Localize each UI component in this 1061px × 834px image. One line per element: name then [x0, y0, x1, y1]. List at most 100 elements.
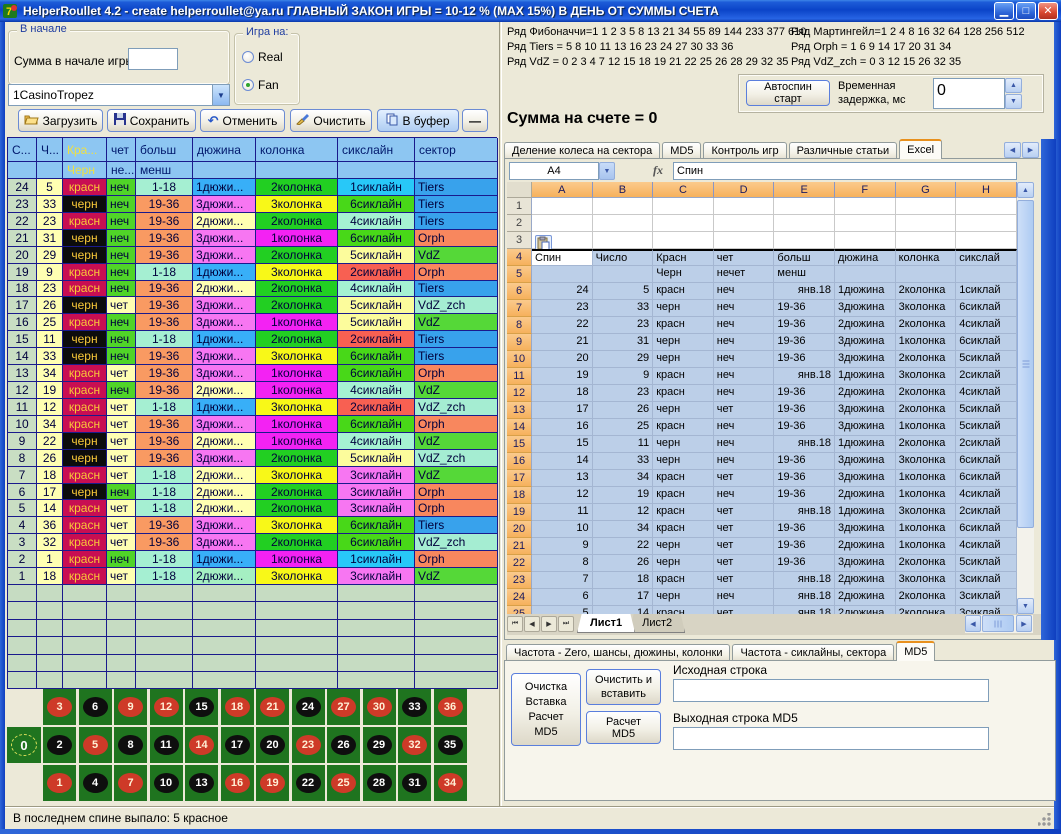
roulette-number-cell[interactable]: 33 [398, 689, 431, 725]
excel-cell[interactable]: 21 [532, 334, 593, 351]
excel-cell[interactable]: 4сиклай [956, 385, 1017, 402]
excel-cell[interactable]: 5сиклай [956, 351, 1017, 368]
excel-cell[interactable]: 19-36 [774, 521, 835, 538]
excel-cell[interactable]: черн [653, 538, 714, 555]
excel-cell[interactable] [593, 266, 654, 283]
excel-cell[interactable]: Спин [532, 249, 593, 266]
excel-cell[interactable]: 1колонка [896, 487, 957, 504]
excel-cell[interactable]: 2колонка [896, 436, 957, 453]
md5-clear-and-paste-button[interactable]: Очистить и вставить [586, 669, 661, 705]
excel-cell[interactable]: 2колонка [896, 385, 957, 402]
roulette-number-cell[interactable]: 20 [256, 727, 289, 763]
roulette-number-cell[interactable]: 5 [79, 727, 112, 763]
excel-row-header-21[interactable]: 21 [507, 538, 532, 555]
excel-cell[interactable]: 19-36 [774, 555, 835, 572]
excel-cell[interactable]: 1дюжина [835, 504, 896, 521]
to-buffer-button[interactable]: В буфер [377, 109, 459, 132]
excel-cell[interactable]: 24 [532, 283, 593, 300]
excel-cell[interactable]: 3дюжина [835, 453, 896, 470]
excel-cell[interactable]: чет [714, 606, 775, 614]
casino-select[interactable]: 1CasinoTropez ▼ [8, 84, 230, 106]
excel-cell[interactable]: красн [653, 572, 714, 589]
excel-row-header-6[interactable]: 6 [507, 283, 532, 300]
excel-cell[interactable]: 23 [593, 317, 654, 334]
load-button[interactable]: Загрузить [18, 109, 103, 132]
excel-cell[interactable]: 19-36 [774, 419, 835, 436]
name-box-dropdown-icon[interactable]: ▼ [599, 162, 615, 180]
excel-cell[interactable]: неч [714, 334, 775, 351]
excel-row-header-17[interactable]: 17 [507, 470, 532, 487]
sheet-last-icon[interactable]: ⏭ [558, 616, 574, 632]
excel-row-header-7[interactable]: 7 [507, 300, 532, 317]
spinner-up-icon[interactable]: ▲ [1005, 78, 1022, 93]
roulette-number-cell[interactable]: 14 [185, 727, 218, 763]
excel-cell[interactable]: неч [714, 300, 775, 317]
roulette-number-cell[interactable]: 17 [221, 727, 254, 763]
excel-col-header-A[interactable]: A [532, 182, 593, 198]
excel-cell[interactable]: чет [714, 555, 775, 572]
roulette-number-cell[interactable]: 30 [363, 689, 396, 725]
excel-cell[interactable] [593, 215, 654, 232]
excel-cell[interactable]: красн [653, 283, 714, 300]
excel-row-header-8[interactable]: 8 [507, 317, 532, 334]
roulette-number-cell[interactable]: 4 [79, 765, 112, 801]
excel-cell[interactable]: 2колонка [896, 606, 957, 614]
excel-cell[interactable]: 17 [593, 589, 654, 606]
excel-cell[interactable]: 3сиклай [956, 589, 1017, 606]
vscroll-thumb[interactable] [1017, 200, 1034, 528]
excel-cell[interactable]: 4сиклай [956, 317, 1017, 334]
sheet-prev-icon[interactable]: ◀ [524, 616, 540, 632]
maximize-button[interactable]: □ [1016, 2, 1036, 20]
tab-MD5[interactable]: MD5 [662, 142, 701, 159]
bottom-tab-Частота - Zero, шансы, дюжины, колонки[interactable]: Частота - Zero, шансы, дюжины, колонки [506, 644, 730, 661]
excel-cell[interactable] [774, 232, 835, 249]
roulette-number-cell[interactable]: 3 [43, 689, 76, 725]
excel-row-header-18[interactable]: 18 [507, 487, 532, 504]
excel-row-header-24[interactable]: 24 [507, 589, 532, 606]
excel-cell[interactable]: 3дюжина [835, 351, 896, 368]
excel-cell[interactable]: 25 [593, 419, 654, 436]
excel-cell[interactable]: 3дюжина [835, 334, 896, 351]
excel-cell[interactable]: 29 [593, 351, 654, 368]
roulette-number-cell[interactable]: 19 [256, 765, 289, 801]
excel-cell[interactable]: черн [653, 589, 714, 606]
excel-cell[interactable]: 17 [532, 402, 593, 419]
excel-select-all-corner[interactable] [507, 182, 532, 198]
excel-cell[interactable]: 3колонка [896, 300, 957, 317]
excel-cell[interactable]: 14 [593, 606, 654, 614]
excel-cell[interactable]: 26 [593, 402, 654, 419]
excel-cell[interactable]: 4сиклай [956, 487, 1017, 504]
excel-cell[interactable]: чет [714, 402, 775, 419]
excel-cell[interactable]: 1колонка [896, 538, 957, 555]
excel-cell[interactable] [835, 266, 896, 283]
excel-cell[interactable] [956, 232, 1017, 249]
sheet-tab-Лист2[interactable]: Лист2 [629, 614, 685, 633]
excel-cell[interactable] [956, 215, 1017, 232]
roulette-number-cell[interactable]: 23 [292, 727, 325, 763]
excel-cell[interactable]: 18 [593, 572, 654, 589]
radio-fan[interactable]: Fan [242, 78, 279, 92]
excel-cell[interactable]: черн [653, 436, 714, 453]
excel-cell[interactable]: 2колонка [896, 317, 957, 334]
scroll-right-icon[interactable]: ▶ [1016, 615, 1032, 632]
excel-cell[interactable] [653, 215, 714, 232]
excel-cell[interactable]: 2дюжина [835, 317, 896, 334]
excel-cell[interactable]: 1дюжина [835, 368, 896, 385]
excel-cell[interactable]: 2сиклай [956, 368, 1017, 385]
roulette-number-cell[interactable]: 21 [256, 689, 289, 725]
excel-cell[interactable]: 23 [593, 385, 654, 402]
excel-cell[interactable]: 9 [593, 368, 654, 385]
excel-cell[interactable] [653, 198, 714, 215]
excel-cell[interactable]: черн [653, 453, 714, 470]
excel-cell[interactable]: чет [714, 504, 775, 521]
excel-cell[interactable]: 31 [593, 334, 654, 351]
excel-cell[interactable]: 3дюжина [835, 300, 896, 317]
excel-cell[interactable]: янв.18 [774, 368, 835, 385]
excel-cell[interactable]: 13 [532, 470, 593, 487]
save-button[interactable]: Сохранить [107, 109, 196, 132]
excel-cell[interactable] [896, 232, 957, 249]
excel-row-header-20[interactable]: 20 [507, 521, 532, 538]
roulette-number-cell[interactable]: 13 [185, 765, 218, 801]
excel-cell[interactable]: янв.18 [774, 606, 835, 614]
close-button[interactable]: ✕ [1038, 2, 1058, 20]
